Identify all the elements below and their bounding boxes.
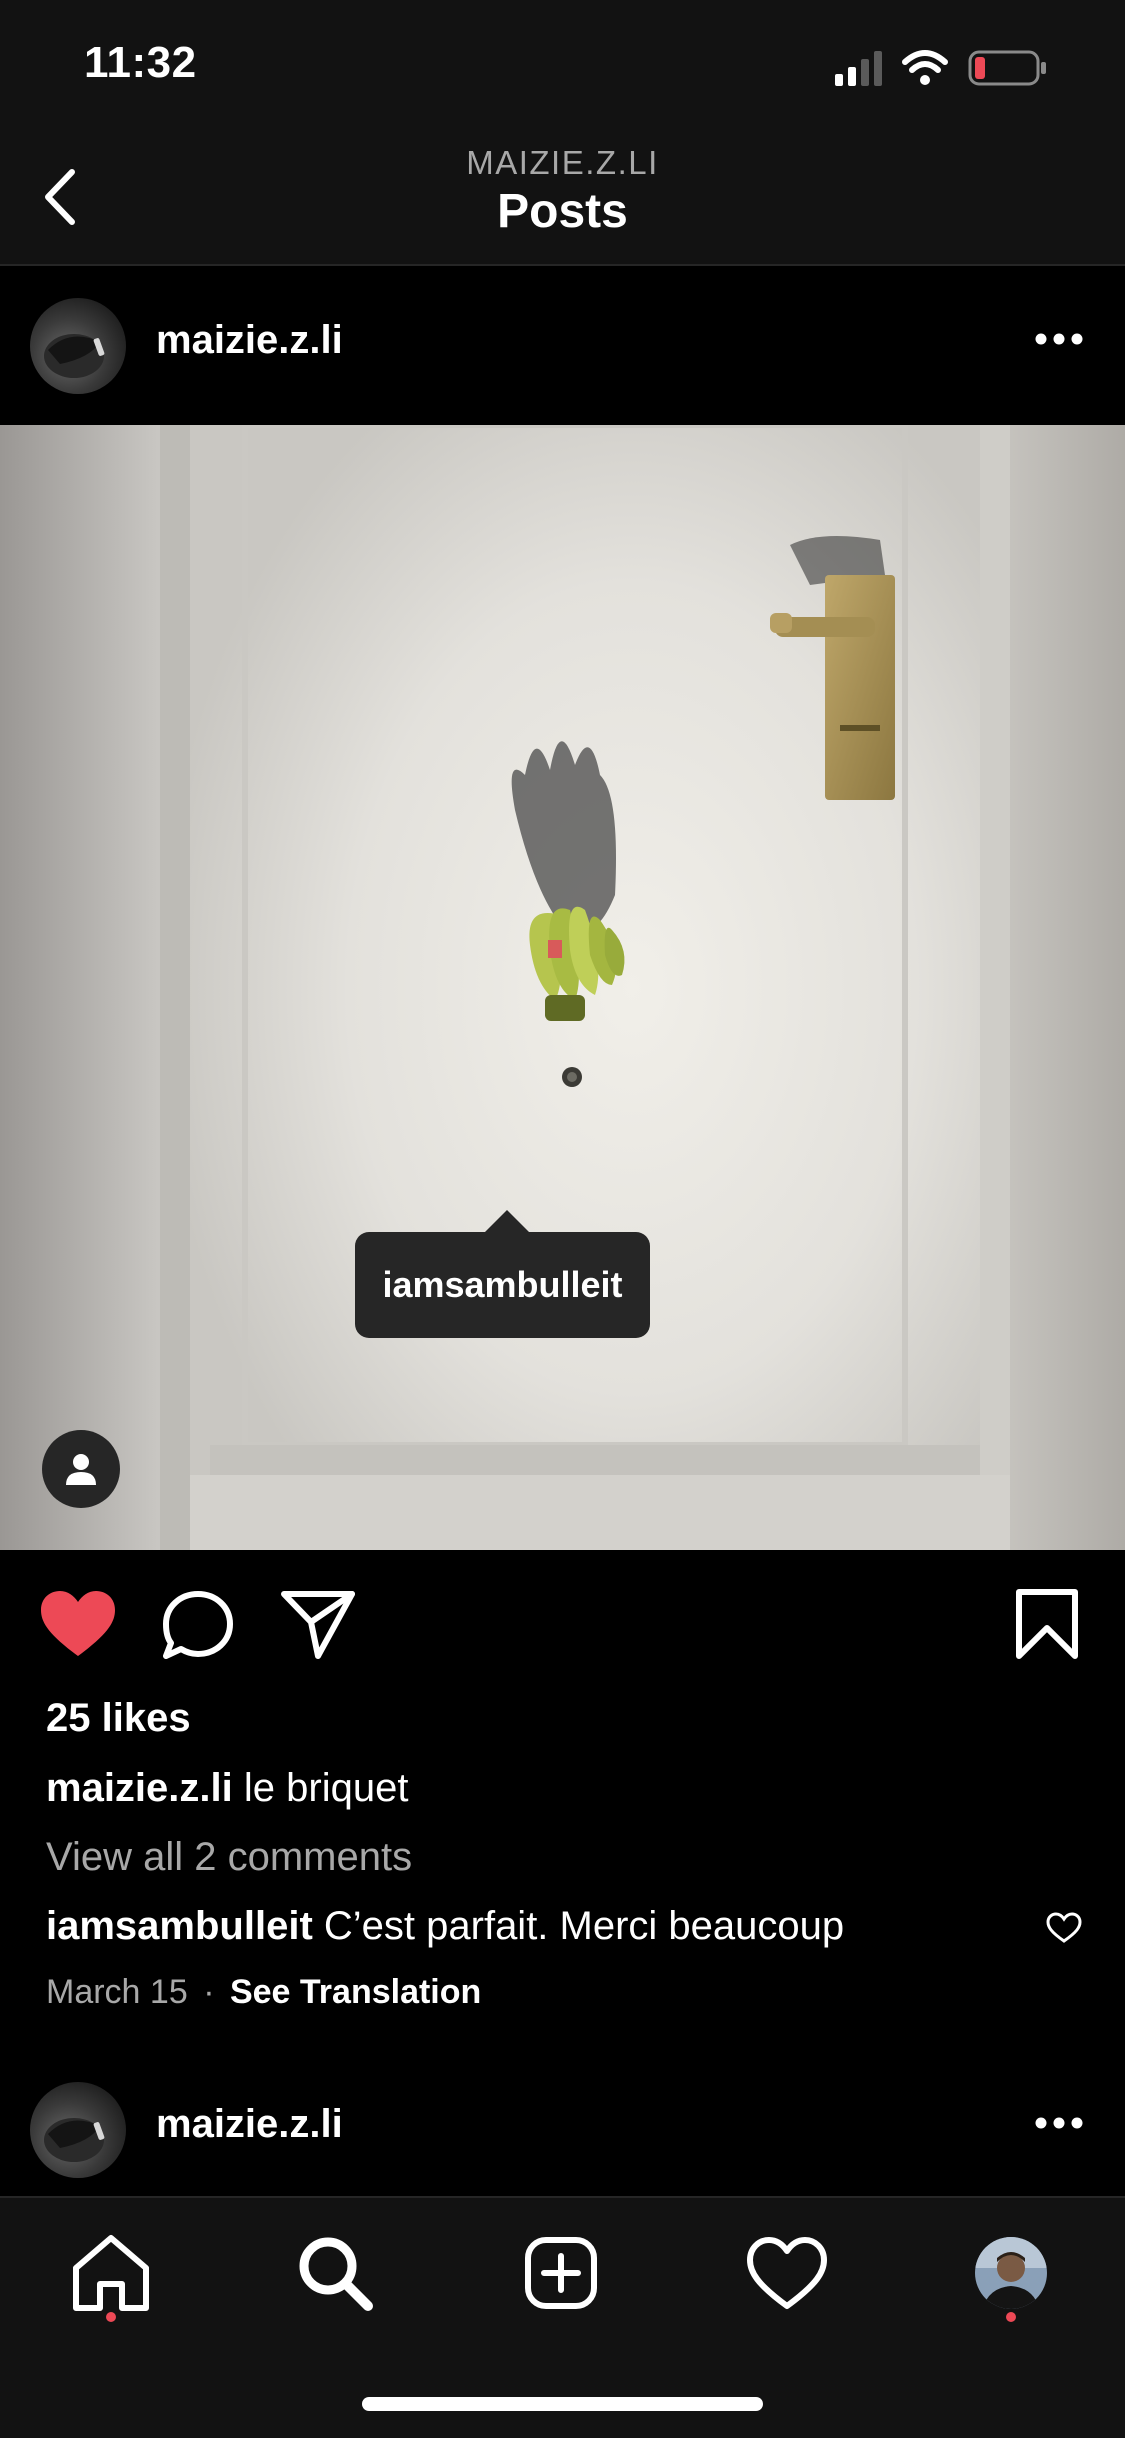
search-icon — [299, 2237, 373, 2311]
tab-home[interactable] — [66, 2228, 156, 2318]
more-horizontal-icon — [1035, 2117, 1083, 2129]
comment-bubble-icon — [163, 1591, 233, 1659]
see-translation-link[interactable]: See Translation — [230, 1973, 481, 2011]
caption: maizie.z.li le briquet — [46, 1766, 408, 1811]
avatar-image — [44, 334, 105, 378]
next-post-more-button[interactable] — [1035, 2116, 1083, 2130]
tab-profile[interactable] — [966, 2228, 1056, 2318]
status-icons — [835, 48, 1085, 88]
heart-outline-icon — [1046, 1912, 1082, 1943]
avatar-image — [44, 2118, 105, 2162]
paper-plane-icon — [281, 1591, 355, 1659]
add-post-icon — [525, 2237, 597, 2309]
caption-username[interactable]: maizie.z.li — [46, 1766, 233, 1810]
comment-button[interactable] — [160, 1588, 236, 1664]
post-author-avatar[interactable] — [30, 298, 126, 394]
next-post-author-avatar[interactable] — [30, 2082, 126, 2178]
profile-username-header: MAIZIE.Z.LI — [466, 144, 659, 181]
profile-notification-dot — [1006, 2312, 1016, 2322]
nav-header: MAIZIE.Z.LI Posts — [0, 132, 1125, 266]
next-post-username[interactable]: maizie.z.li — [156, 2102, 343, 2147]
share-button[interactable] — [280, 1588, 356, 1660]
view-all-comments-link[interactable]: View all 2 comments — [46, 1835, 412, 1880]
comment-row: iamsambulleit C’est parfait. Merci beauc… — [46, 1904, 844, 1949]
tagged-people-button[interactable] — [42, 1430, 120, 1508]
bookmark-icon — [1016, 1589, 1078, 1659]
page-title: Posts — [497, 185, 628, 238]
more-options-button[interactable] — [1035, 332, 1083, 346]
home-notification-dot — [106, 2312, 116, 2322]
home-icon — [73, 2235, 149, 2311]
comment-text: C’est parfait. Merci beaucoup — [323, 1904, 845, 1948]
post-meta: March 15 · See Translation — [46, 1973, 481, 2012]
save-button[interactable] — [1015, 1588, 1079, 1660]
heart-outline-icon — [747, 2237, 827, 2309]
tab-activity[interactable] — [742, 2228, 832, 2318]
post-photo[interactable] — [0, 425, 1125, 1550]
home-indicator — [362, 2397, 763, 2411]
signal-wifi-battery-icons — [835, 50, 1046, 86]
more-horizontal-icon — [1035, 333, 1083, 345]
profile-avatar — [975, 2237, 1047, 2309]
person-icon — [66, 1454, 96, 1485]
user-tag-tooltip[interactable]: iamsambulleit — [355, 1210, 650, 1338]
comment-like-button[interactable] — [1046, 1912, 1082, 1944]
like-button[interactable] — [38, 1588, 118, 1660]
heart-filled-icon — [41, 1591, 115, 1656]
post-header: maizie.z.li — [0, 266, 1125, 426]
post-username[interactable]: maizie.z.li — [156, 318, 343, 363]
tab-new-post[interactable] — [516, 2228, 606, 2318]
caption-text: le briquet — [243, 1766, 409, 1810]
comment-username[interactable]: iamsambulleit — [46, 1904, 313, 1948]
status-bar: 11:32 — [0, 0, 1125, 132]
next-post-header: maizie.z.li — [0, 2050, 1125, 2196]
post-date: March 15 — [46, 1973, 188, 2011]
status-time: 11:32 — [84, 38, 197, 87]
likes-count[interactable]: 25 likes — [46, 1696, 191, 1741]
tab-search[interactable] — [290, 2228, 380, 2318]
date-separator: · — [203, 1973, 215, 2011]
door-photo-illustration — [160, 425, 1010, 1550]
